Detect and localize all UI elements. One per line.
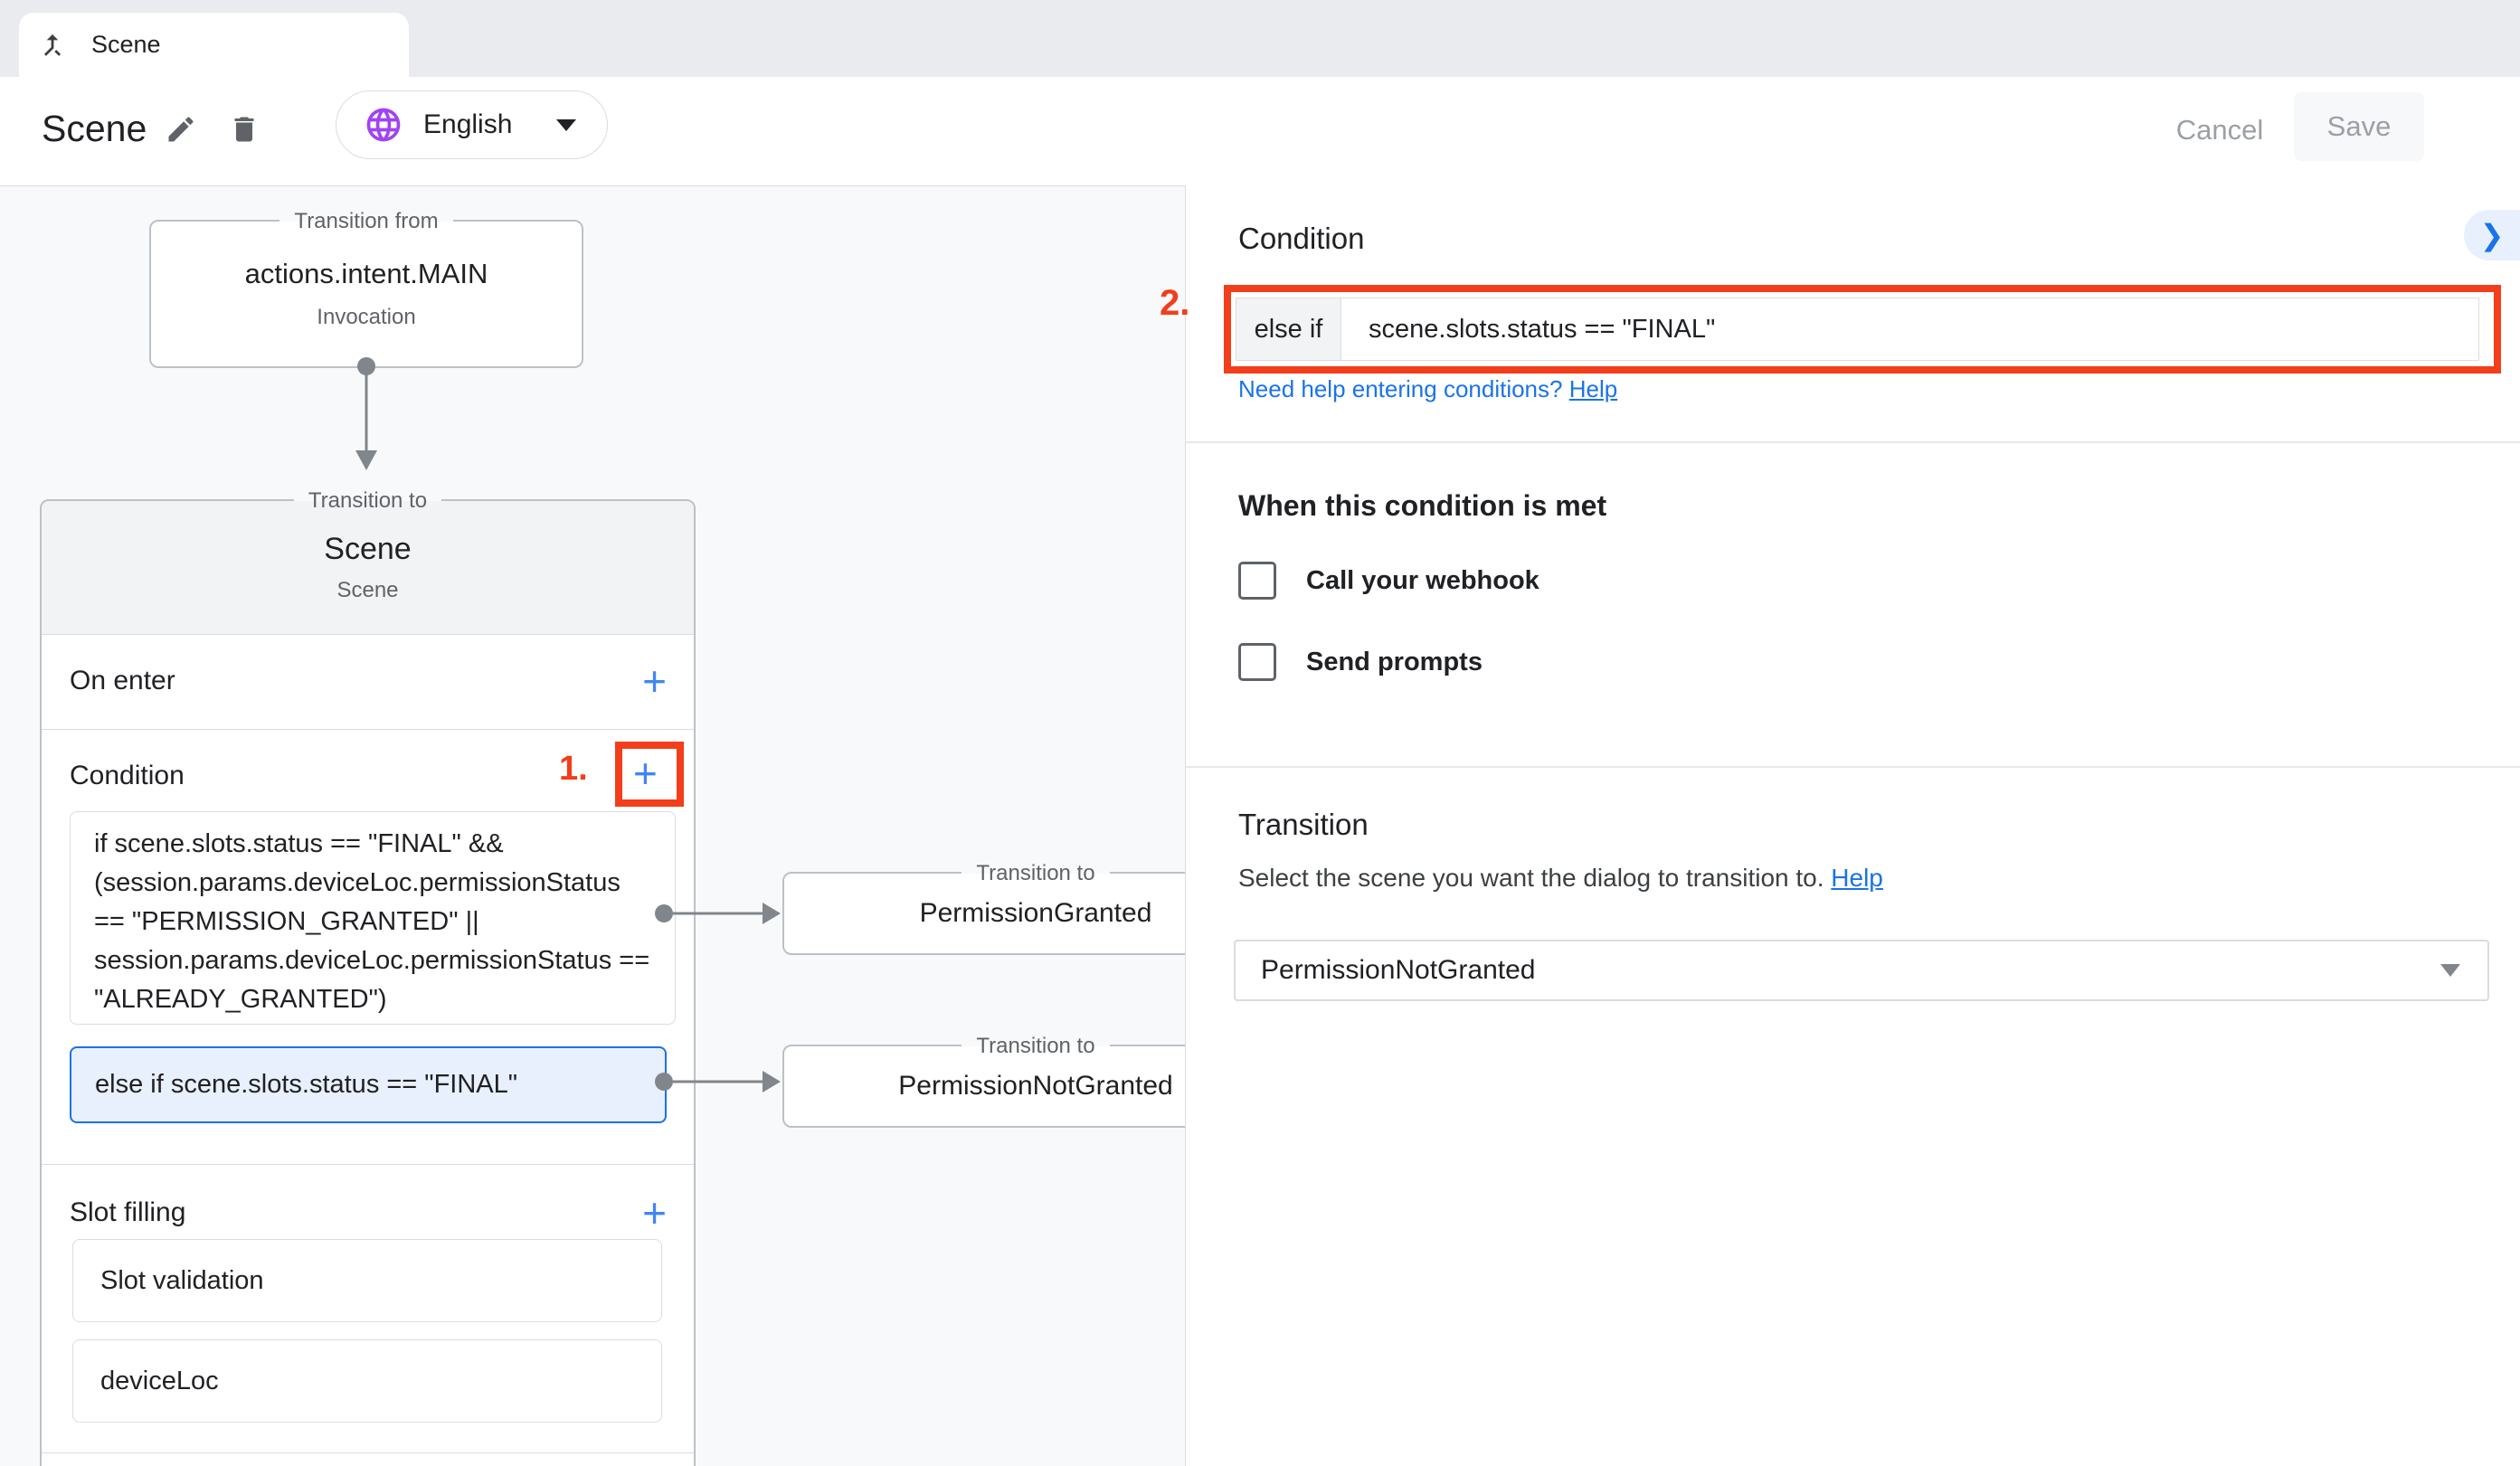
scene-node-subtitle: Scene [336,578,398,603]
send-prompts-checkbox[interactable] [1238,643,1276,681]
transition-from-node[interactable]: Transition from actions.intent.MAIN Invo… [149,220,583,368]
scene-diagram-canvas: Transition from actions.intent.MAIN Invo… [0,186,1185,1466]
annotation-step-1: 1. [559,750,588,789]
condition-help-link[interactable]: Help [1569,375,1617,402]
language-label: English [423,109,512,140]
slot-filling-label: Slot filling [70,1197,185,1228]
permission-not-granted-node[interactable]: Transition to PermissionNotGranted [782,1045,1185,1128]
intent-type: Invocation [317,305,415,330]
tab-label: Scene [91,31,161,59]
scene-node: Transition to Scene Scene On enter + Con… [40,499,696,1466]
tab-bar: Scene [0,0,2520,77]
permission-granted-node[interactable]: Transition to PermissionGranted [782,872,1185,955]
transition-from-legend: Transition from [151,205,582,238]
pencil-icon [165,113,197,146]
panel-divider [1186,441,2520,443]
panel-divider [1186,766,2520,768]
condition-help-text: Need help entering conditions? [1238,375,1562,402]
transition-scene-value: PermissionNotGranted [1261,955,1535,986]
scene-node-header[interactable]: Scene Scene [42,501,694,635]
webhook-checkbox-row: Call your webhook [1238,562,1539,600]
cancel-button[interactable]: Cancel [2167,104,2272,156]
page-title: Scene [42,108,147,150]
on-enter-label: On enter [70,666,175,696]
transition-help-link[interactable]: Help [1831,864,1883,892]
send-prompts-label: Send prompts [1306,648,1483,677]
slot-card-validation[interactable]: Slot validation [72,1239,662,1322]
transition-description-text: Select the scene you want the dialog to … [1238,864,1824,892]
transition-scene-dropdown[interactable]: PermissionNotGranted [1234,940,2489,1001]
delete-button[interactable] [228,113,264,149]
condition-expression-input[interactable]: scene.slots.status == "FINAL" [1341,298,2478,360]
add-on-enter-button[interactable]: + [642,660,667,702]
chevron-down-icon [556,119,576,131]
call-webhook-checkbox[interactable] [1238,562,1276,600]
condition-card-if[interactable]: if scene.slots.status == "FINAL" && (ses… [70,811,676,1025]
intent-name: actions.intent.MAIN [245,258,488,290]
transition-to-legend: Transition to [42,485,694,517]
app-header: Scene English Cancel Save [0,77,2520,186]
call-webhook-label: Call your webhook [1306,566,1539,596]
dropdown-caret-icon [2440,964,2460,977]
when-condition-heading: When this condition is met [1238,489,1606,523]
edit-button[interactable] [165,113,201,149]
slot-card-deviceloc[interactable]: deviceLoc [72,1339,662,1423]
condition-card-else-if[interactable]: else if scene.slots.status == "FINAL" [70,1046,667,1123]
annotation-step-2: 2. [1160,283,1189,324]
add-condition-button[interactable]: + [633,752,658,794]
scene-node-title: Scene [324,532,411,567]
transition-to-legend: Transition to [784,857,1185,890]
scene-merge-icon [37,30,68,61]
condition-section-label: Condition [70,761,185,791]
condition-editor-panel: ❯ Condition 2. else if scene.slots.statu… [1185,185,2520,1466]
condition-help-line: Need help entering conditions? Help [1238,375,1617,403]
on-enter-section: On enter + [42,635,694,730]
tab-scene[interactable]: Scene [19,13,409,77]
slot-filling-section: Slot filling + Slot validation deviceLoc [42,1165,694,1453]
target-scene-name: PermissionGranted [920,898,1152,929]
condition-editor-row: else if scene.slots.status == "FINAL" [1236,298,2479,361]
language-selector[interactable]: English [336,90,608,159]
collapse-panel-button[interactable]: ❯ [2464,210,2520,260]
else-if-label: else if [1236,298,1341,360]
transition-description: Select the scene you want the dialog to … [1238,864,1883,893]
add-slot-button[interactable]: + [642,1192,667,1234]
globe-icon [364,105,403,145]
chevron-right-icon: ❯ [2480,218,2505,252]
condition-section: Condition 1. + if scene.slots.status == … [42,730,694,1165]
trash-icon [228,113,261,146]
annotation-box-1: + [615,742,684,807]
transition-heading: Transition [1238,808,1369,842]
prompts-checkbox-row: Send prompts [1238,643,1483,681]
panel-condition-heading: Condition [1238,222,1364,256]
transition-to-legend: Transition to [784,1030,1185,1063]
save-button[interactable]: Save [2294,92,2424,161]
target-scene-name: PermissionNotGranted [898,1071,1172,1102]
